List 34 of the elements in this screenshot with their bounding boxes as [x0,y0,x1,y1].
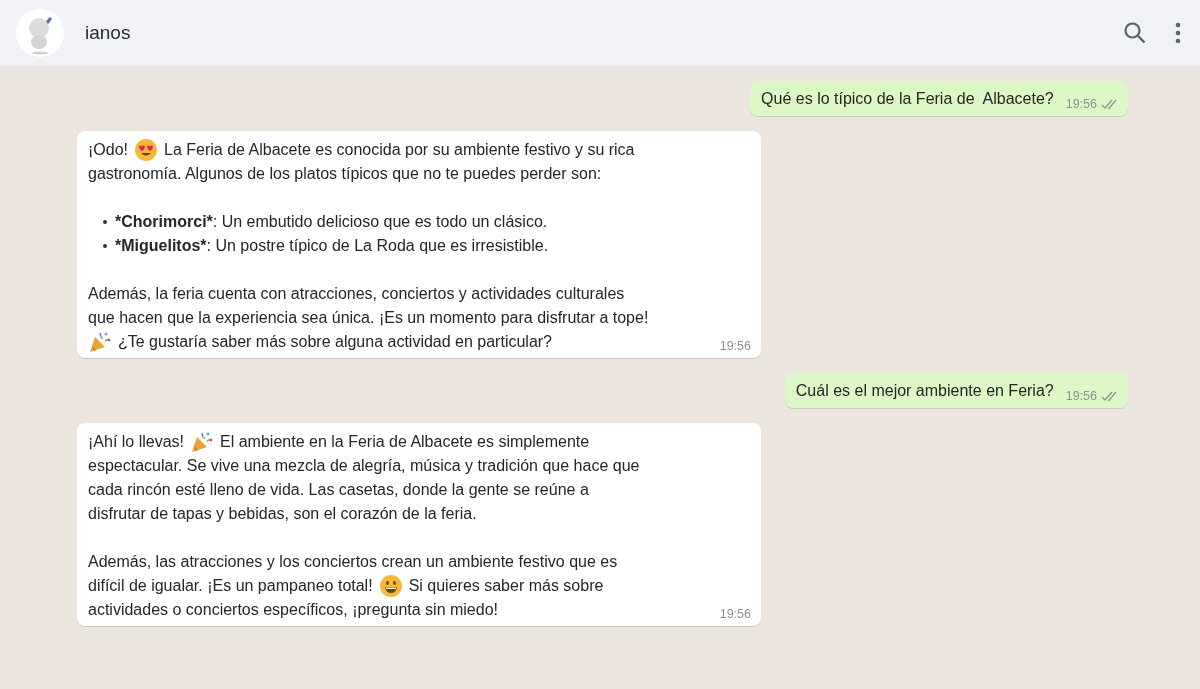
message-text: ¡Ahí lo llevas! [88,432,185,452]
message-text: ¡Odo! [88,140,128,160]
message-text: gastronomía. Algunos de los platos típicos que no te puedes perder son: [88,164,602,184]
message-text: ¿Te gustaría saber más sobre alguna actividad en particular? [118,332,552,352]
message-text: difícil de igualar. ¡Es un pampaneo total! [88,576,373,596]
message-text: Qué es lo típico de la Feria de Albacete? [761,89,1054,109]
contact-name: ianos [85,22,132,44]
message-time: 19:56 [1065,388,1097,404]
double-check-icon [1101,390,1119,402]
message-text: La Feria de Albacete es conocida por su ambiente festivo y su rica [164,140,635,160]
message-text: disfrutar de tapas y bebidas, son el corazón de la feria. [88,504,477,524]
heart-eyes-icon [134,138,158,162]
message-time: 19:56 [719,338,751,354]
list-item-text: *Chorimorci*: Un embutido delicioso que es todo un clásico. [115,212,548,232]
message-text: actividades o conciertos específicos, ¡pregunta sin miedo! [88,600,498,620]
message-text: cada rincón esté lleno de vida. Las casetas, donde la gente se reúne a [88,480,589,500]
message-text: Además, las atracciones y los conciertos crean un ambiente festivo que es [88,552,618,572]
message-text: Cuál es el mejor ambiente en Feria? [795,381,1054,401]
list-item-text: *Miguelitos*: Un postre típico de La Roda que es irresistible. [115,236,549,256]
party-popper-icon [88,330,112,354]
message-text: Si quieres saber más sobre [408,576,604,596]
menu-icon[interactable] [1174,21,1182,45]
message-text: Además, la feria cuenta con atracciones, conciertos y actividades culturales [88,284,625,304]
party-popper-icon [190,430,215,454]
bullet-icon [103,220,107,224]
message-text: que hacen que la experiencia sea única. ¡Es un momento para disfrutar a tope! [88,308,649,328]
search-icon[interactable] [1122,20,1148,46]
message-text: espectacular. Se vive una mezcla de alegría, música y tradición que hace que [88,456,640,476]
message-time: 19:56 [1065,96,1097,112]
bullet-icon [103,244,107,248]
double-check-icon [1101,98,1119,110]
message-time: 19:56 [719,606,751,622]
message-text: El ambiente en la Feria de Albacete es simplemente [220,432,590,452]
grinning-face-icon [378,574,403,598]
